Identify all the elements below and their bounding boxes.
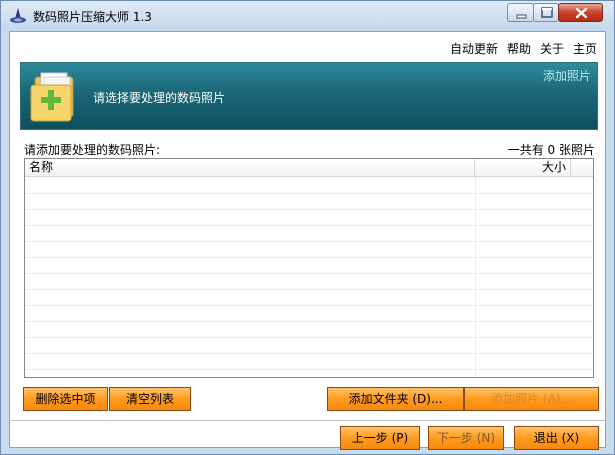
top-menu: 自动更新 帮助 关于 主页 [450, 40, 597, 57]
menu-item-help[interactable]: 帮助 [507, 40, 531, 57]
list-header: 名称 大小 [25, 159, 593, 177]
maximize-button[interactable] [533, 3, 559, 22]
list-label: 请添加要处理的数码照片: [24, 143, 161, 157]
prev-step-button[interactable]: 上一步 (P) [340, 426, 420, 450]
menu-item-homepage[interactable]: 主页 [573, 40, 597, 57]
client-area: 自动更新 帮助 关于 主页 请选择要处理的数码照片 添加照片 请添加要处理的数码… [9, 31, 606, 450]
app-window: 数码照片压缩大师 1.3 自动更新 帮助 关于 主页 请选择要处理的数码照片 添… [0, 0, 615, 455]
column-header-size[interactable]: 大小 [475, 159, 571, 177]
photo-list[interactable]: 名称 大小 [24, 158, 594, 378]
menu-item-about[interactable]: 关于 [540, 40, 564, 57]
minimize-icon [516, 14, 527, 19]
maximize-icon [541, 7, 553, 18]
folder-add-icon [30, 72, 74, 122]
photo-count: 一共有 0 张照片 [507, 143, 595, 157]
list-body[interactable] [25, 178, 593, 377]
column-header-name[interactable]: 名称 [25, 159, 475, 177]
column-divider [475, 178, 476, 377]
add-folder-button[interactable]: 添加文件夹 (D)... [327, 387, 464, 411]
close-icon [575, 7, 588, 19]
add-photo-button[interactable]: 添加照片 (A)... [464, 387, 599, 411]
app-icon [10, 8, 26, 23]
title-bar[interactable]: 数码照片压缩大师 1.3 [1, 1, 614, 31]
close-button[interactable] [558, 3, 603, 22]
add-photo-link[interactable]: 添加照片 [543, 67, 591, 84]
clear-list-button[interactable]: 清空列表 [109, 387, 191, 411]
menu-item-auto-update[interactable]: 自动更新 [450, 40, 498, 57]
window-title: 数码照片压缩大师 1.3 [33, 10, 152, 24]
minimize-button[interactable] [507, 3, 534, 22]
delete-selected-button[interactable]: 删除选中项 [23, 387, 108, 411]
banner-instruction: 请选择要处理的数码照片 [93, 91, 226, 105]
exit-button[interactable]: 退出 (X) [514, 426, 599, 450]
header-banner: 请选择要处理的数码照片 添加照片 [20, 62, 598, 130]
divider [10, 420, 605, 421]
next-step-button[interactable]: 下一步 (N) [428, 426, 504, 450]
